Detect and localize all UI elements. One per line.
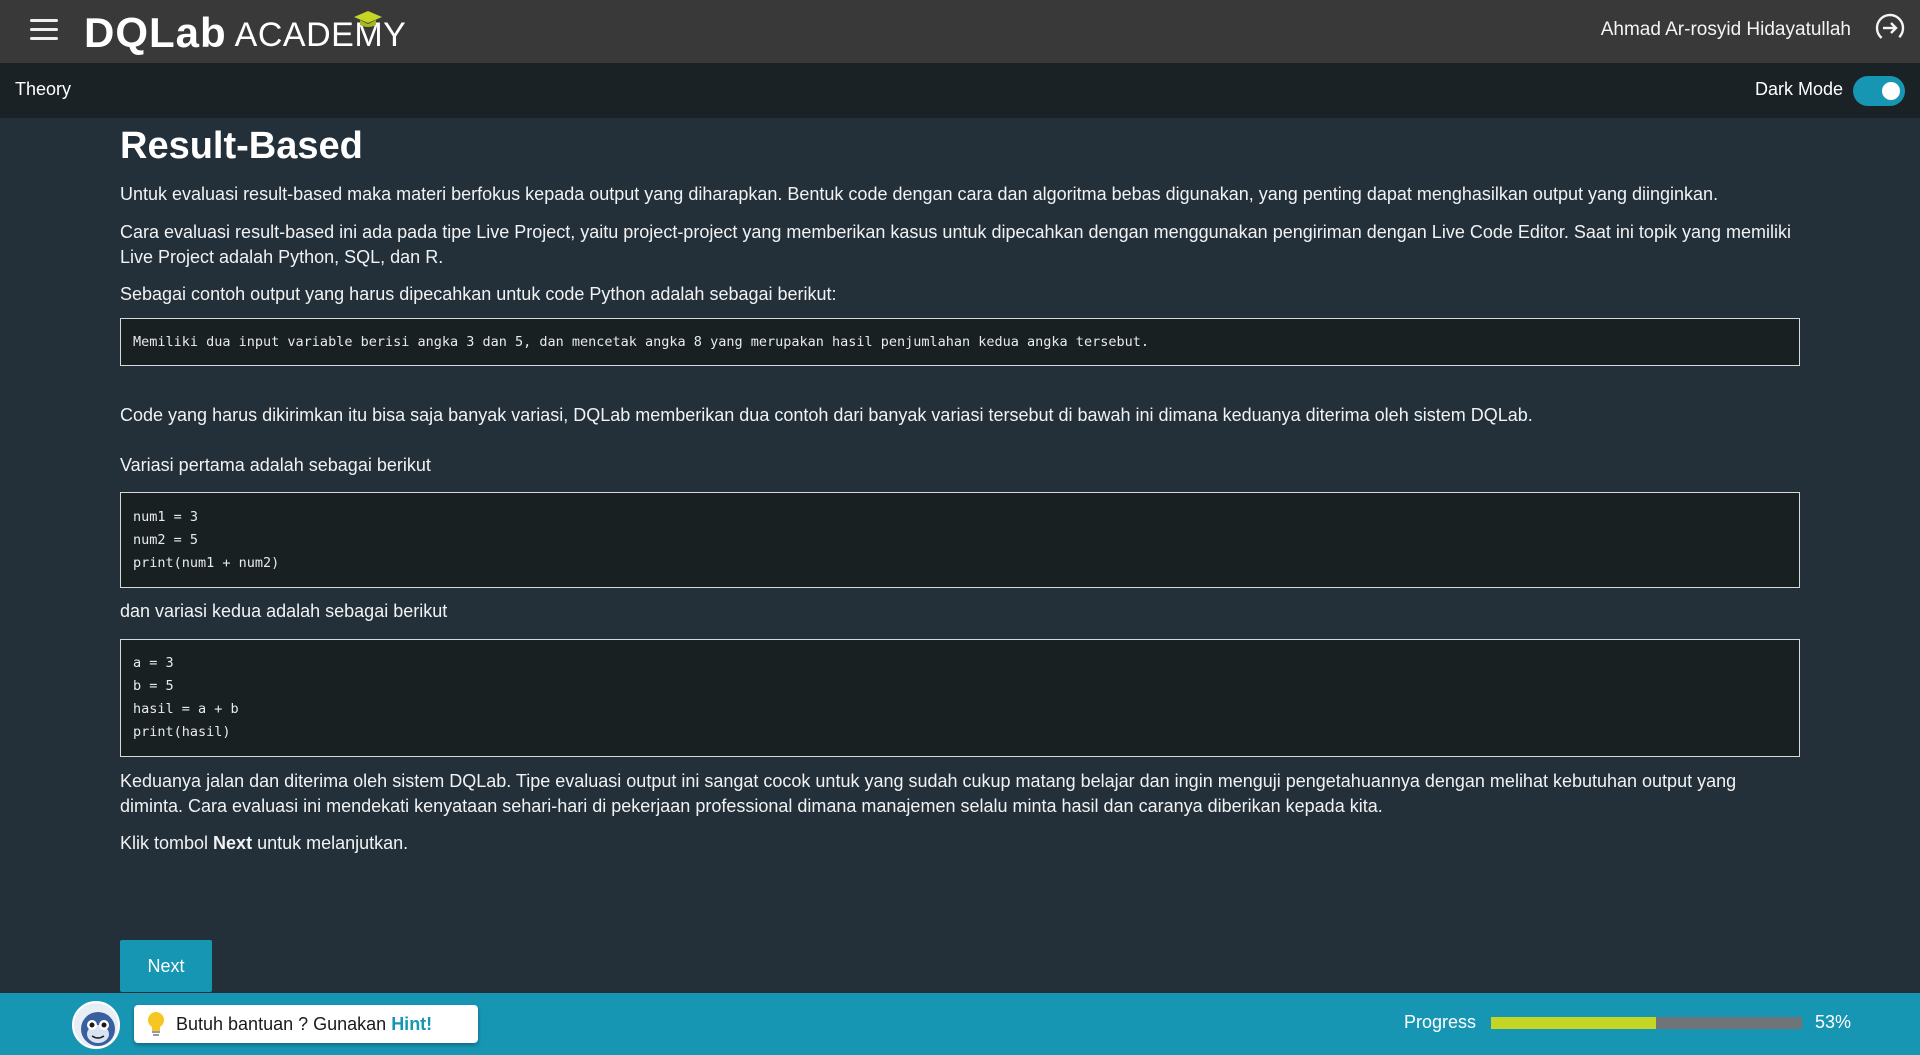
code-line: b = 5 <box>133 678 174 694</box>
code-line: print(hasil) <box>133 724 231 740</box>
graduation-cap-icon <box>353 11 382 27</box>
logo-main-text: DQLab <box>84 9 227 56</box>
paragraph-live-project: Cara evaluasi result-based ini ada pada … <box>120 222 1791 267</box>
progress-percent: 53% <box>1815 1012 1852 1032</box>
progress-label: Progress <box>1404 1012 1477 1032</box>
mascot-avatar[interactable] <box>72 1001 120 1049</box>
code-block-task: Memiliki dua input variable berisi angka… <box>120 318 1800 366</box>
instruction-text: Klik tombol <box>120 833 214 853</box>
logout-icon[interactable] <box>1874 12 1906 44</box>
mascot-icon <box>81 1012 115 1046</box>
hint-button[interactable]: Butuh bantuan ? Gunakan Hint! <box>134 1005 478 1043</box>
code-block-variation-1: num1 = 3 num2 = 5 print(num1 + num2) <box>120 492 1800 588</box>
toggle-knob <box>1882 82 1900 100</box>
hamburger-menu-icon[interactable] <box>30 19 58 41</box>
sub-header: Theory Dark Mode <box>0 63 1920 118</box>
lightbulb-icon <box>148 1012 164 1036</box>
hint-link[interactable]: Hint! <box>391 1014 432 1035</box>
paragraph-example-intro: Sebagai contoh output yang harus dipecah… <box>120 284 837 304</box>
page-title: Result-Based <box>120 125 363 167</box>
dqlab-academy-logo[interactable]: DQLab ACADEMY <box>84 8 406 56</box>
code-block-variation-2: a = 3 b = 5 hasil = a + b print(hasil) <box>120 639 1800 757</box>
dark-mode-toggle[interactable] <box>1853 76 1905 106</box>
progress-bar <box>1491 1017 1802 1029</box>
lesson-content: Result-Based Untuk evaluasi result-based… <box>120 118 1800 856</box>
bottom-bar: Butuh bantuan ? Gunakan Hint! Progress 5… <box>0 993 1920 1055</box>
code-line: print(num1 + num2) <box>133 555 280 571</box>
section-title: Theory <box>15 79 72 99</box>
hint-text: Butuh bantuan ? Gunakan <box>176 1013 387 1034</box>
code-line: hasil = a + b <box>133 701 239 717</box>
code-line: num1 = 3 <box>133 509 199 525</box>
code-line: Memiliki dua input variable berisi angka… <box>133 334 1149 350</box>
logo-sub-text: ACADEMY <box>235 11 407 56</box>
instruction-bold: Next <box>213 833 253 853</box>
progress-bar-fill <box>1491 1017 1656 1029</box>
paragraph-intro: Untuk evaluasi result-based maka materi … <box>120 184 1719 204</box>
paragraph-conclusion: Keduanya jalan dan diterima oleh sistem … <box>120 771 1737 816</box>
paragraph-variations: Code yang harus dikirimkan itu bisa saja… <box>120 405 1533 425</box>
dark-mode-label: Dark Mode <box>1754 79 1843 99</box>
code-line: num2 = 5 <box>133 532 199 548</box>
instruction-text-end: untuk melanjutkan. <box>252 833 409 853</box>
paragraph-next-instruction: Klik tombol Next untuk melanjutkan. <box>120 831 1800 856</box>
paragraph-variation-1-intro: Variasi pertama adalah sebagai berikut <box>120 455 431 475</box>
top-navbar: DQLab ACADEMY Ahmad Ar-rosyid Hidayatull… <box>0 0 1920 63</box>
paragraph-variation-2-intro: dan variasi kedua adalah sebagai berikut <box>120 601 448 621</box>
next-button[interactable]: Next <box>120 940 212 992</box>
user-name[interactable]: Ahmad Ar-rosyid Hidayatullah <box>1601 19 1851 41</box>
code-line: a = 3 <box>133 655 174 671</box>
